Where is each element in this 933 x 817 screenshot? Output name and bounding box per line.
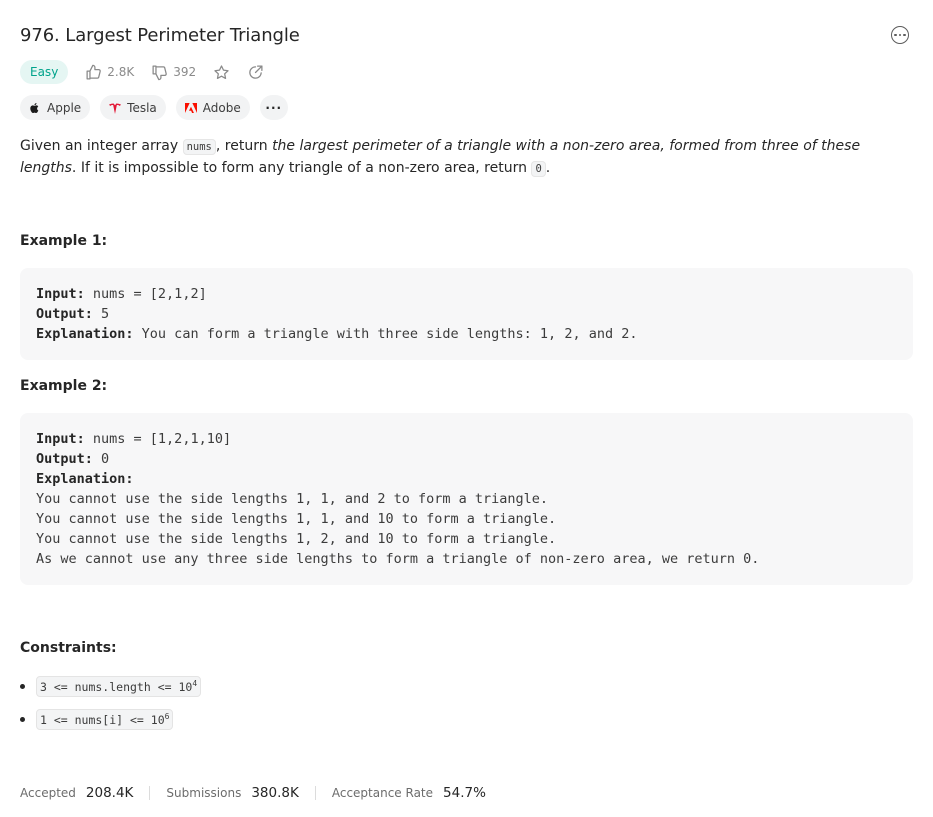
meta-row: Easy 2.8K 392 bbox=[20, 60, 280, 84]
constraints-heading: Constraints: bbox=[20, 640, 117, 656]
company-label-tesla: Tesla bbox=[127, 100, 157, 115]
favorite-button[interactable] bbox=[212, 63, 230, 81]
bullet-icon bbox=[20, 684, 25, 689]
company-tag-apple[interactable]: Apple bbox=[20, 95, 91, 120]
submissions-label: Submissions bbox=[166, 786, 242, 800]
stats-bar: Accepted 208.4K Submissions 380.8K Accep… bbox=[20, 784, 486, 802]
inline-code-nums: nums bbox=[182, 139, 216, 155]
likes-count: 2.8K bbox=[107, 65, 135, 79]
dislikes-count: 392 bbox=[173, 65, 197, 79]
constraint-item: 1 <= nums[i] <= 106 bbox=[20, 709, 174, 730]
difficulty-badge: Easy bbox=[20, 60, 69, 84]
like-button[interactable]: 2.8K bbox=[84, 63, 134, 81]
example-1-heading: Example 1: bbox=[20, 233, 108, 249]
thumbs-up-icon bbox=[84, 63, 102, 81]
company-tag-tesla[interactable]: Tesla bbox=[100, 95, 166, 120]
example-2-block: Input: nums = [1,2,1,10] Output: 0 Expla… bbox=[20, 413, 913, 585]
constraint-item: 3 <= nums.length <= 104 bbox=[20, 676, 202, 697]
accepted-label: Accepted bbox=[20, 786, 76, 800]
more-companies-button[interactable]: ··· bbox=[259, 95, 288, 120]
company-tag-adobe[interactable]: Adobe bbox=[175, 95, 250, 120]
bullet-icon bbox=[20, 717, 25, 722]
share-button[interactable] bbox=[246, 63, 264, 81]
company-label-adobe: Adobe bbox=[202, 100, 241, 115]
example-1-block: Input: nums = [2,1,2] Output: 5 Explanat… bbox=[20, 268, 913, 360]
star-icon bbox=[212, 63, 230, 81]
acceptance-rate-value: 54.7% bbox=[443, 785, 486, 801]
company-label-apple: Apple bbox=[47, 100, 82, 115]
divider bbox=[149, 786, 151, 800]
share-icon bbox=[246, 63, 264, 81]
thumbs-down-icon bbox=[150, 63, 168, 81]
adobe-logo-icon bbox=[184, 102, 197, 114]
dislike-button[interactable]: 392 bbox=[150, 63, 196, 81]
problem-description: Given an integer array nums, return the … bbox=[20, 138, 861, 177]
inline-code-zero: 0 bbox=[531, 161, 546, 177]
company-tags: Apple Tesla Adobe ··· bbox=[20, 95, 288, 120]
acceptance-rate-label: Acceptance Rate bbox=[331, 786, 434, 800]
submissions-value: 380.8K bbox=[251, 785, 299, 801]
example-2-heading: Example 2: bbox=[20, 378, 108, 394]
divider bbox=[314, 786, 316, 800]
apple-logo-icon bbox=[29, 102, 41, 114]
title-row: 976. Largest Perimeter Triangle bbox=[20, 22, 913, 48]
accepted-value: 208.4K bbox=[85, 785, 134, 801]
problem-title: 976. Largest Perimeter Triangle bbox=[20, 24, 300, 46]
tesla-logo-icon bbox=[109, 102, 122, 114]
more-options-icon[interactable] bbox=[891, 26, 909, 44]
